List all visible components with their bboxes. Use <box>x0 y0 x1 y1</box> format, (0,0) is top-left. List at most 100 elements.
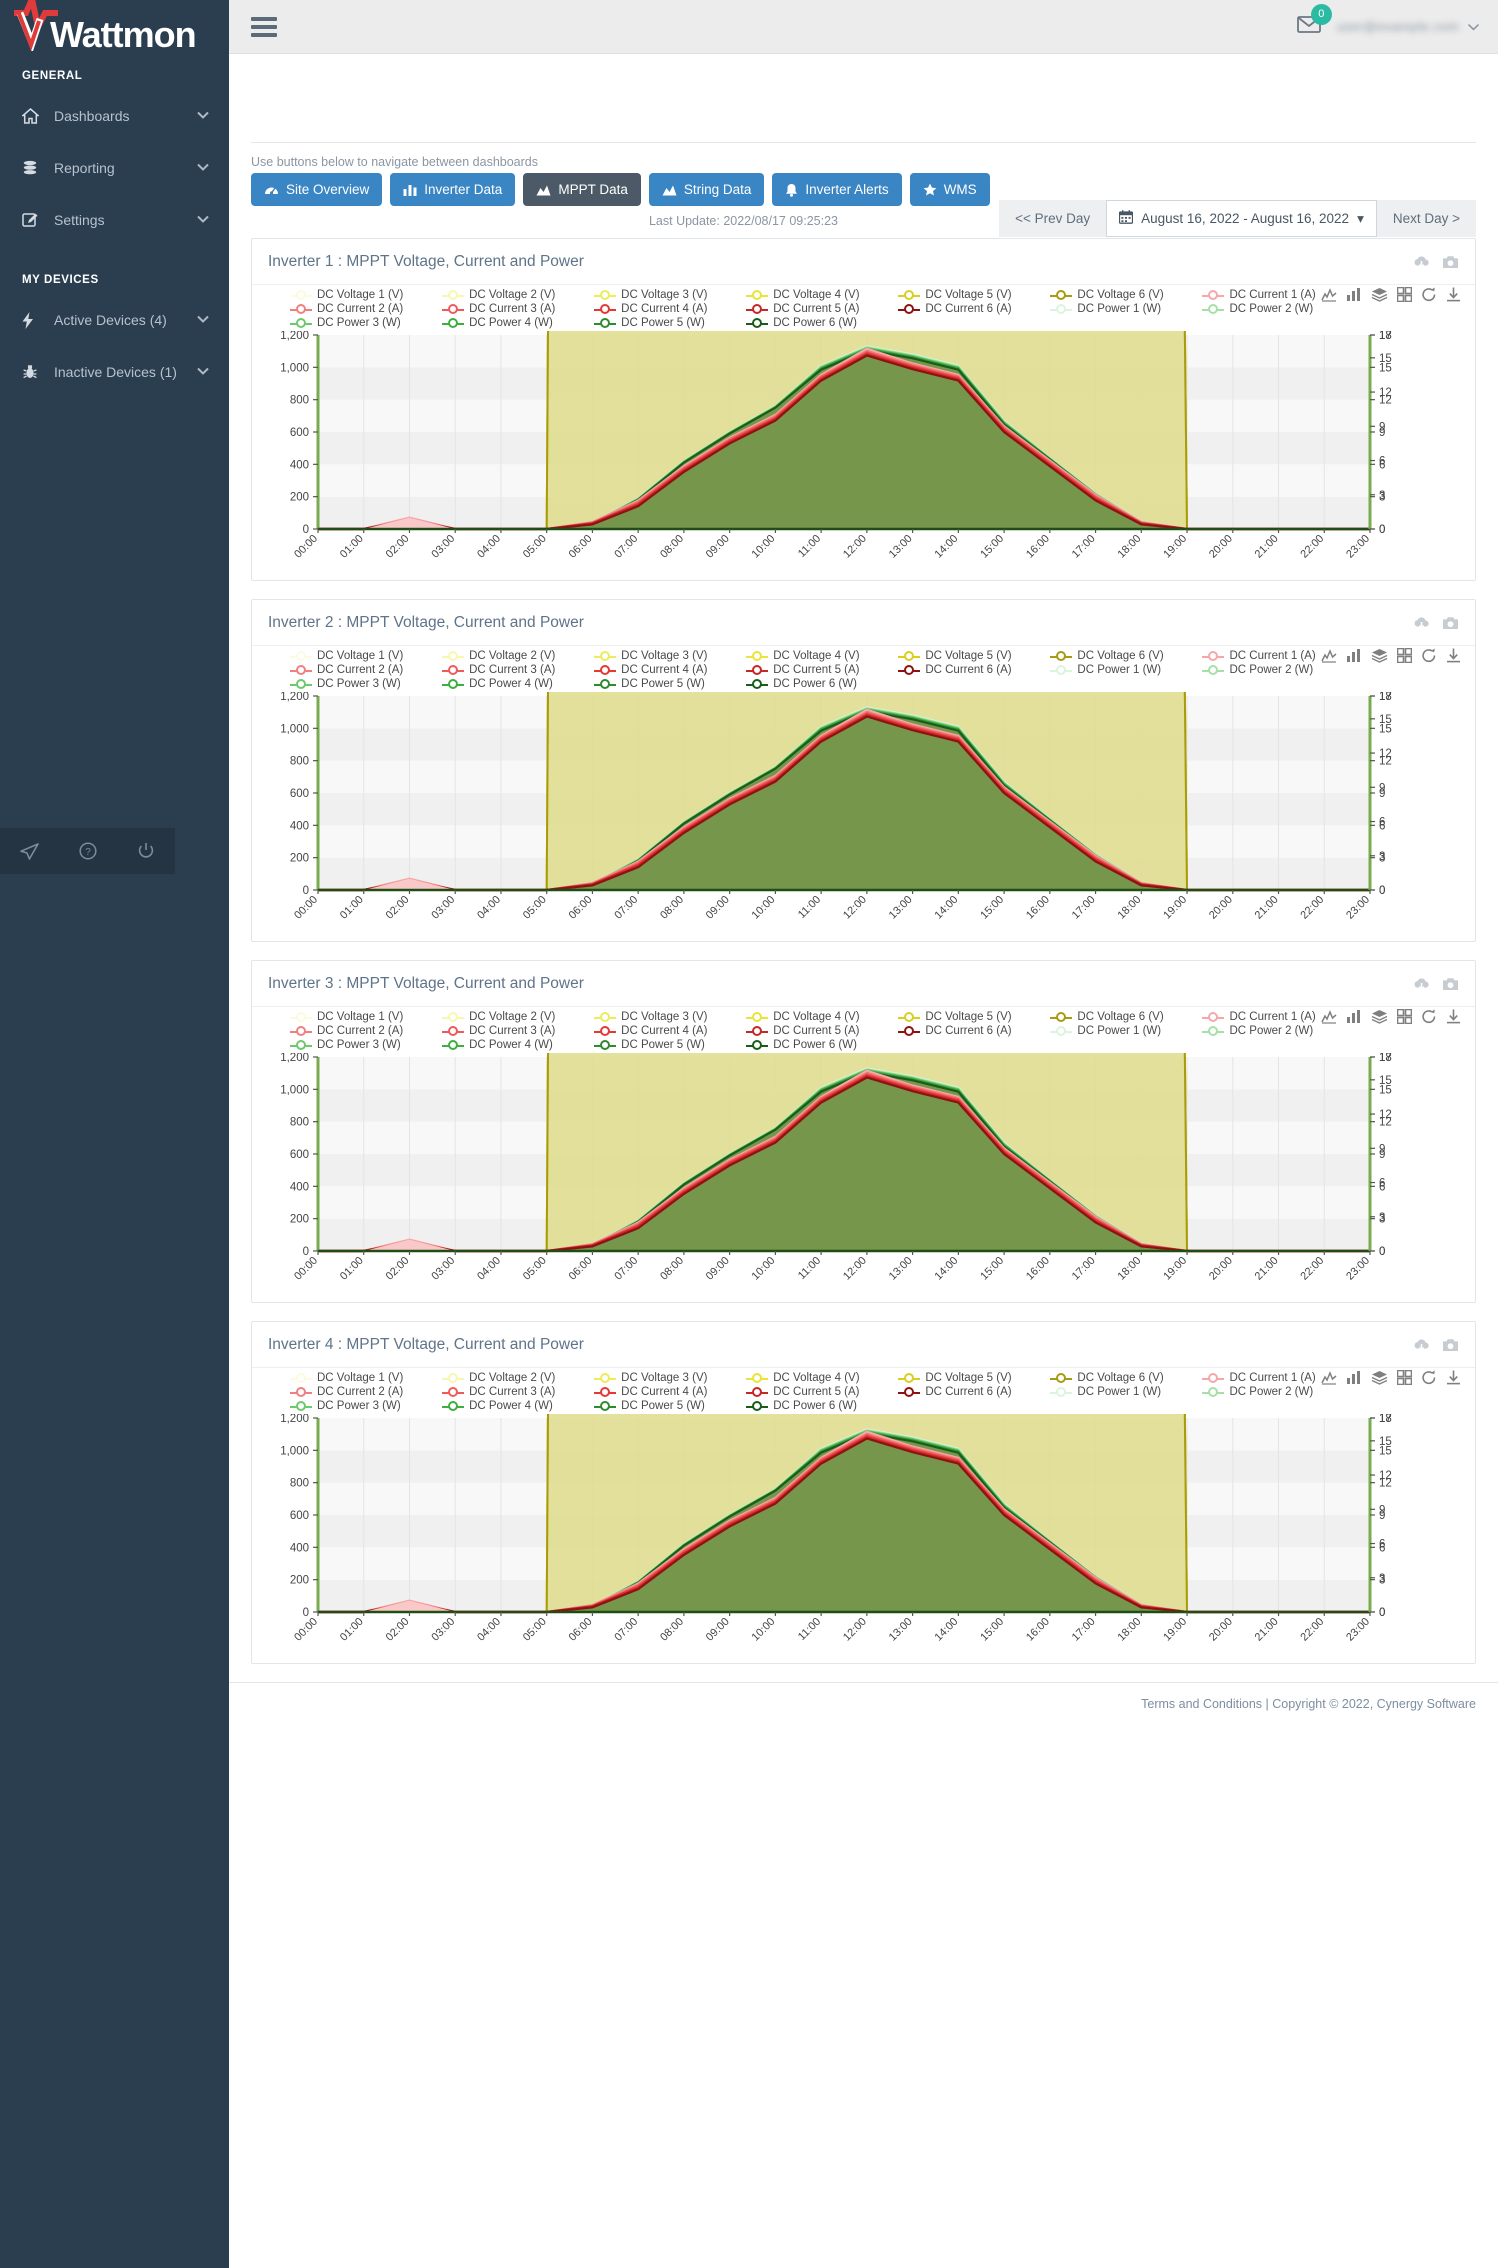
legend-item[interactable]: DC Power 1 (W) <box>1050 664 1202 676</box>
line-chart-icon[interactable] <box>1321 648 1337 663</box>
date-range-picker[interactable]: August 16, 2022 - August 16, 2022 ▾ <box>1106 200 1377 237</box>
legend-item[interactable]: DC Voltage 5 (V) <box>898 1372 1050 1384</box>
chart-plot[interactable]: 0 200 400 600 800 1,000 1,200 0 3 6 9 12 15 18 0 3 6 9 12 1… <box>252 692 1475 941</box>
legend-item[interactable]: DC Power 5 (W) <box>594 1400 746 1412</box>
layers-icon[interactable] <box>1371 1009 1388 1024</box>
legend-item[interactable]: DC Current 2 (A) <box>290 1025 442 1037</box>
layers-icon[interactable] <box>1371 287 1388 302</box>
sidebar-item-reporting[interactable]: Reporting <box>0 142 229 194</box>
line-chart-icon[interactable] <box>1321 1009 1337 1024</box>
grid-icon[interactable] <box>1397 648 1412 663</box>
download-icon[interactable] <box>1446 287 1461 302</box>
legend-item[interactable]: DC Voltage 5 (V) <box>898 1011 1050 1023</box>
bar-chart-icon[interactable] <box>1346 648 1362 663</box>
legend-item[interactable]: DC Current 5 (A) <box>746 664 898 676</box>
nav-button-inverter-alerts[interactable]: Inverter Alerts <box>772 173 902 206</box>
brand-logo[interactable]: Wattmon <box>0 0 229 54</box>
chart-plot[interactable]: 0 200 400 600 800 1,000 1,200 0 3 6 9 12 15 18 0 3 6 9 12 1… <box>252 1053 1475 1302</box>
legend-item[interactable]: DC Voltage 3 (V) <box>594 1372 746 1384</box>
cloud-download-icon[interactable] <box>1413 977 1430 991</box>
legend-item[interactable]: DC Current 2 (A) <box>290 664 442 676</box>
legend-item[interactable]: DC Voltage 6 (V) <box>1050 1372 1202 1384</box>
legend-item[interactable]: DC Power 5 (W) <box>594 678 746 690</box>
legend-item[interactable]: DC Voltage 1 (V) <box>290 289 442 301</box>
legend-item[interactable]: DC Voltage 4 (V) <box>746 1011 898 1023</box>
legend-item[interactable]: DC Voltage 2 (V) <box>442 1372 594 1384</box>
sidebar-item-inactive-devices[interactable]: Inactive Devices (1) <box>0 346 229 398</box>
legend-item[interactable]: DC Current 3 (A) <box>442 1025 594 1037</box>
legend-item[interactable]: DC Power 4 (W) <box>442 678 594 690</box>
legend-item[interactable]: DC Current 6 (A) <box>898 303 1050 315</box>
grid-icon[interactable] <box>1397 1370 1412 1385</box>
legend-item[interactable]: DC Power 6 (W) <box>746 317 898 329</box>
chart-plot[interactable]: 0 200 400 600 800 1,000 1,200 0 3 6 9 12 15 18 0 3 6 9 12 1… <box>252 1414 1475 1663</box>
help-icon[interactable]: ? <box>79 842 97 860</box>
sidebar-item-settings[interactable]: Settings <box>0 194 229 246</box>
legend-item[interactable]: DC Power 1 (W) <box>1050 303 1202 315</box>
legend-item[interactable]: DC Voltage 6 (V) <box>1050 289 1202 301</box>
refresh-icon[interactable] <box>1421 1370 1437 1385</box>
nav-button-site-overview[interactable]: Site Overview <box>251 173 383 206</box>
legend-item[interactable]: DC Power 4 (W) <box>442 1400 594 1412</box>
cloud-download-icon[interactable] <box>1413 1338 1430 1352</box>
legend-item[interactable]: DC Voltage 1 (V) <box>290 1011 442 1023</box>
legend-item[interactable]: DC Voltage 5 (V) <box>898 289 1050 301</box>
sidebar-item-dashboards[interactable]: Dashboards <box>0 90 229 142</box>
legend-item[interactable]: DC Current 4 (A) <box>594 1386 746 1398</box>
legend-item[interactable]: DC Power 5 (W) <box>594 317 746 329</box>
bar-chart-icon[interactable] <box>1346 1009 1362 1024</box>
legend-item[interactable]: DC Current 3 (A) <box>442 664 594 676</box>
grid-icon[interactable] <box>1397 287 1412 302</box>
legend-item[interactable]: DC Voltage 1 (V) <box>290 650 442 662</box>
cloud-download-icon[interactable] <box>1413 616 1430 630</box>
legend-item[interactable]: DC Voltage 3 (V) <box>594 289 746 301</box>
camera-icon[interactable] <box>1442 616 1459 630</box>
refresh-icon[interactable] <box>1421 648 1437 663</box>
power-icon[interactable] <box>137 842 155 860</box>
legend-item[interactable]: DC Power 3 (W) <box>290 1400 442 1412</box>
refresh-icon[interactable] <box>1421 287 1437 302</box>
grid-icon[interactable] <box>1397 1009 1412 1024</box>
legend-item[interactable]: DC Power 2 (W) <box>1202 303 1354 315</box>
legend-item[interactable]: DC Power 6 (W) <box>746 1400 898 1412</box>
nav-button-inverter-data[interactable]: Inverter Data <box>390 173 516 206</box>
nav-button-wms[interactable]: WMS <box>909 173 990 206</box>
download-icon[interactable] <box>1446 648 1461 663</box>
legend-item[interactable]: DC Power 3 (W) <box>290 317 442 329</box>
line-chart-icon[interactable] <box>1321 287 1337 302</box>
legend-item[interactable]: DC Voltage 3 (V) <box>594 1011 746 1023</box>
legend-item[interactable]: DC Voltage 4 (V) <box>746 650 898 662</box>
legend-item[interactable]: DC Current 5 (A) <box>746 303 898 315</box>
legend-item[interactable]: DC Voltage 6 (V) <box>1050 1011 1202 1023</box>
download-icon[interactable] <box>1446 1009 1461 1024</box>
layers-icon[interactable] <box>1371 1370 1388 1385</box>
legend-item[interactable]: DC Power 4 (W) <box>442 317 594 329</box>
hamburger-icon[interactable] <box>251 13 277 41</box>
layers-icon[interactable] <box>1371 648 1388 663</box>
nav-button-string-data[interactable]: String Data <box>648 173 765 206</box>
legend-item[interactable]: DC Voltage 2 (V) <box>442 1011 594 1023</box>
legend-item[interactable]: DC Current 3 (A) <box>442 1386 594 1398</box>
next-day-button[interactable]: Next Day > <box>1376 200 1476 237</box>
legend-item[interactable]: DC Power 2 (W) <box>1202 664 1354 676</box>
legend-item[interactable]: DC Power 1 (W) <box>1050 1386 1202 1398</box>
legend-item[interactable]: DC Current 3 (A) <box>442 303 594 315</box>
bar-chart-icon[interactable] <box>1346 1370 1362 1385</box>
line-chart-icon[interactable] <box>1321 1370 1337 1385</box>
legend-item[interactable]: DC Power 2 (W) <box>1202 1386 1354 1398</box>
sidebar-item-active-devices[interactable]: Active Devices (4) <box>0 294 229 346</box>
legend-item[interactable]: DC Voltage 4 (V) <box>746 1372 898 1384</box>
messages-button[interactable]: 0 <box>1296 3 1332 40</box>
camera-icon[interactable] <box>1442 255 1459 269</box>
refresh-icon[interactable] <box>1421 1009 1437 1024</box>
legend-item[interactable]: DC Current 4 (A) <box>594 664 746 676</box>
legend-item[interactable]: DC Current 6 (A) <box>898 1025 1050 1037</box>
legend-item[interactable]: DC Power 3 (W) <box>290 678 442 690</box>
legend-item[interactable]: DC Current 4 (A) <box>594 303 746 315</box>
camera-icon[interactable] <box>1442 1338 1459 1352</box>
legend-item[interactable]: DC Power 1 (W) <box>1050 1025 1202 1037</box>
prev-day-button[interactable]: << Prev Day <box>999 200 1107 237</box>
bar-chart-icon[interactable] <box>1346 287 1362 302</box>
user-menu[interactable]: user@example.com <box>1337 19 1480 34</box>
legend-item[interactable]: DC Voltage 2 (V) <box>442 289 594 301</box>
